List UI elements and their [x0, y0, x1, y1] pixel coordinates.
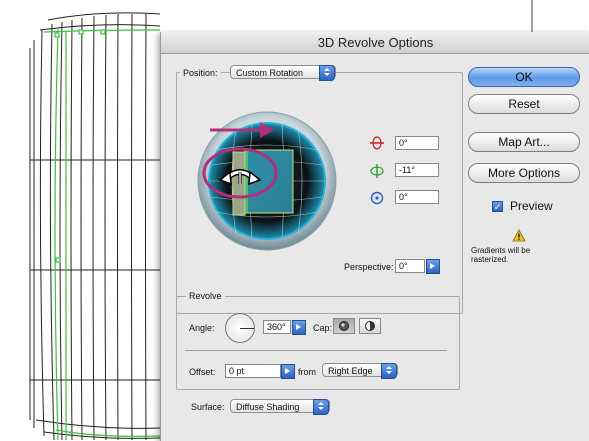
surface-select[interactable]: Diffuse Shading — [230, 399, 330, 415]
surface-value: Diffuse Shading — [236, 402, 300, 412]
more-options-button[interactable]: More Options — [468, 163, 580, 183]
revolve-divider — [185, 350, 447, 351]
map-art-button[interactable]: Map Art... — [468, 132, 580, 152]
warning-icon — [512, 229, 526, 242]
perspective-field[interactable]: 0° — [395, 259, 425, 273]
position-label: Position: — [180, 67, 221, 79]
ok-button[interactable]: OK — [468, 67, 580, 87]
cap-off-icon — [365, 321, 375, 331]
rotate-cursor-icon — [218, 169, 262, 186]
perspective-slider-arrow[interactable] — [426, 259, 440, 274]
from-edge-value: Right Edge — [328, 366, 373, 376]
preview-checkbox[interactable]: ✓ — [492, 201, 503, 212]
y-rotation-field[interactable]: -11° — [395, 163, 439, 177]
reset-button[interactable]: Reset — [468, 94, 580, 114]
cap-off-button[interactable] — [359, 318, 381, 334]
cap-on-icon — [339, 321, 349, 331]
rotation-arrow-icon — [260, 122, 274, 138]
revolve-label: Revolve — [186, 290, 225, 302]
y-axis-rotation-icon — [370, 164, 384, 178]
offset-field[interactable]: 0 pt — [225, 364, 281, 378]
angle-slider-arrow[interactable] — [292, 320, 306, 335]
z-axis-rotation-icon — [370, 191, 384, 205]
cap-on-button[interactable] — [333, 318, 355, 334]
surface-label: Surface: — [191, 402, 225, 412]
angle-label: Angle: — [189, 323, 215, 333]
perspective-label: Perspective: — [344, 262, 394, 272]
dialog-title: 3D Revolve Options — [161, 32, 589, 54]
warning-text-line2: rasterized. — [471, 255, 509, 264]
x-rotation-field[interactable]: 0° — [395, 136, 439, 150]
offset-slider-arrow[interactable] — [281, 364, 295, 379]
chevron-updown-icon — [313, 399, 329, 415]
position-preset-value: Custom Rotation — [236, 68, 304, 78]
angle-dial[interactable] — [225, 313, 255, 343]
warning-text-line1: Gradients will be — [471, 246, 531, 255]
from-edge-select[interactable]: Right Edge — [322, 363, 398, 379]
position-preset-select[interactable]: Custom Rotation — [230, 65, 336, 81]
offset-label: Offset: — [189, 367, 216, 377]
chevron-updown-icon — [319, 65, 335, 81]
cap-label: Cap: — [313, 323, 333, 333]
preview-label[interactable]: Preview — [510, 199, 553, 213]
3d-revolve-options-dialog: 3D Revolve Options Position: Custom Rota… — [160, 32, 589, 441]
annotation-overlay — [202, 122, 278, 199]
angle-field[interactable]: 360° — [263, 320, 291, 334]
z-rotation-field[interactable]: 0° — [395, 190, 439, 204]
revolve-group — [176, 296, 460, 390]
from-label: from — [298, 367, 316, 377]
x-axis-rotation-icon — [370, 136, 384, 150]
chevron-updown-icon — [381, 363, 397, 379]
